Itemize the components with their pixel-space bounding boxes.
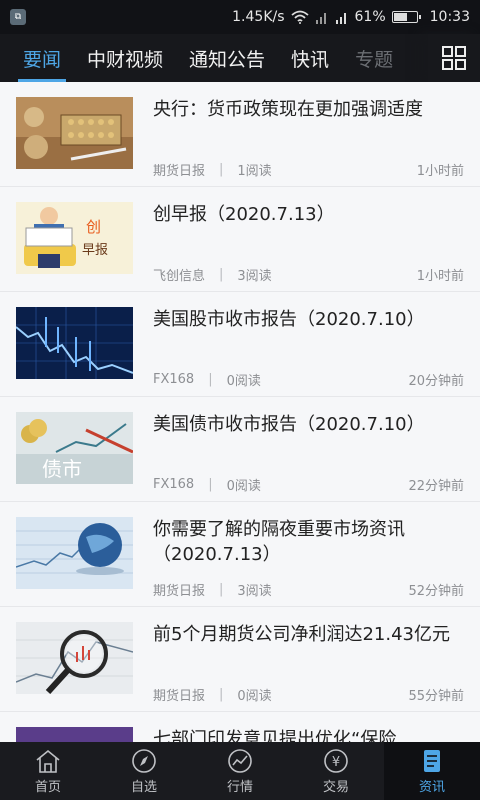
news-title: 美国股市收市报告（2020.7.10）: [153, 309, 425, 330]
news-source: FX168: [153, 372, 195, 387]
nav-trade-label: 交易: [322, 779, 349, 795]
news-time: 20分钟前: [408, 374, 464, 389]
news-title: 你需要了解的隔夜重要市场资讯（2020.7.13）: [153, 519, 405, 565]
wifi-icon: [290, 10, 309, 24]
battery-percent: 61%: [354, 9, 386, 25]
news-item[interactable]: 央行：货币政策现在更加强调适度 期货日报 | 1阅读 1小时前: [0, 82, 480, 187]
nav-news-label: 资讯: [418, 779, 445, 795]
channel-grid-button[interactable]: [428, 34, 480, 82]
news-source: FX168: [153, 477, 195, 492]
news-thumbnail: 创 早报: [16, 202, 133, 274]
news-time: 52分钟前: [408, 584, 464, 599]
news-item[interactable]: 债市 美国债市收市报告（2020.7.10） FX168 | 0阅读 22分钟前: [0, 397, 480, 502]
news-thumbnail: [16, 97, 133, 169]
news-list: 央行：货币政策现在更加强调适度 期货日报 | 1阅读 1小时前 创 早报 创早报…: [0, 82, 480, 742]
news-item[interactable]: 创 早报 创早报（2020.7.13） 飞创信息 | 3阅读 1小时前: [0, 187, 480, 292]
battery-level: [393, 13, 407, 21]
nav-home[interactable]: 首页: [0, 742, 96, 800]
news-reads: 3阅读: [237, 584, 272, 599]
document-icon: [424, 749, 440, 772]
meta-divider: |: [219, 687, 224, 702]
clock: 10:33: [429, 9, 470, 25]
tab-announcements[interactable]: 通知公告: [176, 34, 278, 82]
category-tab-bar: 要闻 中财视频 通知公告 快讯 专题: [0, 34, 480, 82]
bottom-navigation: 首页 自选 行情 ¥ 交易 资讯: [0, 742, 480, 800]
news-reads: 0阅读: [237, 689, 272, 704]
thumb-text-bond: 债市: [42, 457, 82, 481]
news-reads: 0阅读: [226, 479, 261, 494]
news-source: 期货日报: [153, 584, 206, 599]
compass-icon: [132, 748, 156, 773]
tab-topics[interactable]: 专题: [342, 34, 406, 82]
meta-divider: |: [219, 162, 224, 177]
news-title: 央行：货币政策现在更加强调适度: [153, 99, 423, 120]
news-source: 飞创信息: [153, 269, 206, 284]
news-thumbnail: [16, 307, 133, 379]
thumb-text-zaobao: 早报: [82, 243, 108, 258]
news-thumbnail: [16, 517, 133, 589]
signal-icon-2: [335, 13, 346, 24]
news-time: 22分钟前: [408, 479, 464, 494]
news-thumbnail: 债市: [16, 412, 133, 484]
chart-icon: [228, 748, 252, 773]
news-source: 期货日报: [153, 164, 206, 179]
grid-icon: [442, 46, 466, 70]
signal-icon-1: [315, 13, 326, 24]
news-item[interactable]: 七部门印发意见提出优化“保险: [0, 712, 480, 742]
yen-icon: ¥: [324, 748, 348, 773]
news-item[interactable]: 你需要了解的隔夜重要市场资讯（2020.7.13） 期货日报 | 3阅读 52分…: [0, 502, 480, 607]
nav-watchlist[interactable]: 自选: [96, 742, 192, 800]
news-source: 期货日报: [153, 689, 206, 704]
news-reads: 1阅读: [237, 164, 272, 179]
network-speed: 1.45K/s: [232, 9, 285, 25]
news-reads: 0阅读: [226, 374, 261, 389]
meta-divider: |: [219, 582, 224, 597]
news-reads: 3阅读: [237, 269, 272, 284]
news-time: 1小时前: [416, 164, 464, 179]
news-title: 七部门印发意见提出优化“保险: [153, 729, 397, 742]
news-time: 55分钟前: [408, 689, 464, 704]
news-thumbnail: [16, 622, 133, 694]
tab-flash-news[interactable]: 快讯: [278, 34, 342, 82]
news-item[interactable]: 美国股市收市报告（2020.7.10） FX168 | 0阅读 20分钟前: [0, 292, 480, 397]
nav-watchlist-label: 自选: [130, 779, 157, 795]
news-title: 美国债市收市报告（2020.7.10）: [153, 414, 425, 435]
meta-divider: |: [208, 477, 213, 492]
nav-news[interactable]: 资讯: [384, 742, 480, 800]
nav-trade[interactable]: ¥ 交易: [288, 742, 384, 800]
news-title: 创早报（2020.7.13）: [153, 204, 335, 225]
thumb-text-chuang: 创: [86, 218, 101, 236]
home-icon: [36, 749, 60, 773]
meta-divider: |: [208, 372, 213, 387]
tab-video[interactable]: 中财视频: [74, 34, 176, 82]
nav-market-label: 行情: [226, 779, 253, 795]
svg-text:¥: ¥: [332, 755, 340, 770]
nav-market[interactable]: 行情: [192, 742, 288, 800]
nav-home-label: 首页: [34, 779, 61, 795]
status-bar: ⧉ 1.45K/s 61% 10:33: [0, 0, 480, 34]
news-item[interactable]: 前5个月期货公司净利润达21.43亿元 期货日报 | 0阅读 55分钟前: [0, 607, 480, 712]
news-time: 1小时前: [416, 269, 464, 284]
battery-icon: [391, 11, 421, 23]
news-thumbnail: [16, 727, 133, 742]
tab-headlines[interactable]: 要闻: [10, 34, 74, 82]
notification-app-icon: ⧉: [10, 9, 26, 25]
meta-divider: |: [219, 267, 224, 282]
news-title: 前5个月期货公司净利润达21.43亿元: [153, 624, 450, 645]
